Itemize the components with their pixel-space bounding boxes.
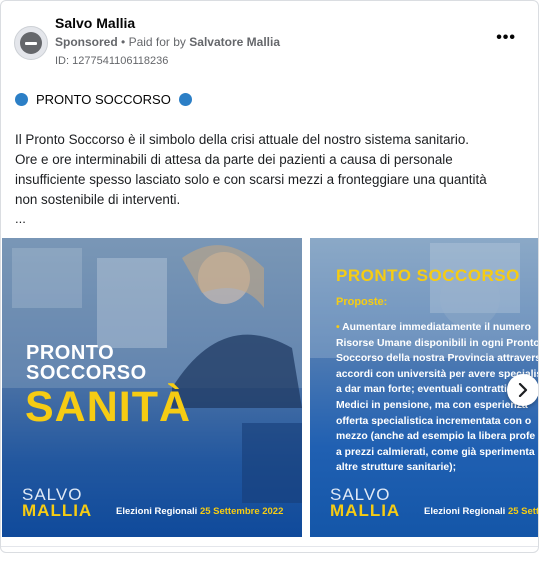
slide1-footer-prefix: Elezioni Regionali — [116, 506, 198, 517]
sponsored-label: Sponsored — [55, 35, 118, 49]
proposal-line: Risorse Umane disponibili in ogni Pronto — [336, 337, 539, 349]
slide2-footer-prefix: Elezioni Regionali — [424, 506, 506, 517]
proposal-line: offerta specialistica incrementata con o — [336, 415, 532, 427]
slide2-footer: Elezioni Regionali 25 Settembre 2022 — [424, 506, 539, 517]
slide1-footer-date: 25 Settembre 2022 — [199, 506, 284, 517]
slide2-brand-last: MALLIA — [330, 501, 401, 520]
proposal-line: a prezzi calmierati, come già sperimenta — [336, 446, 535, 458]
proposal-line: accordi con università per avere special… — [336, 368, 539, 380]
headline-text: PRONTO SOCCORSO — [36, 92, 171, 107]
ad-card: Salvo Mallia Sponsored • Paid for by Sal… — [0, 0, 539, 553]
blue-circle-icon — [15, 93, 28, 106]
slide1-footer: Elezioni Regionali 25 Settembre 2022 — [116, 506, 283, 517]
proposal-line: Medici in pensione, ma con esperienza — [336, 399, 528, 411]
page-name[interactable]: Salvo Mallia — [55, 15, 135, 31]
proposal-line: Soccorso della nostra Provincia attraver… — [336, 353, 539, 365]
paid-for-prefix: Paid for by — [128, 35, 186, 49]
see-more-ellipsis[interactable]: ... — [15, 211, 26, 226]
card-divider — [1, 546, 538, 547]
blue-circle-icon — [178, 93, 192, 106]
carousel-slide-1[interactable]: PRONTO SOCCORSO SANITÀ SALVO MALLIA Elez… — [2, 238, 302, 537]
body-line: non sostenibile di interventi. — [15, 192, 181, 207]
proposal-line: altre strutture sanitarie); — [336, 462, 457, 474]
carousel-next-button[interactable] — [507, 374, 538, 406]
slide2-title: PRONTO SOCCORSO — [336, 266, 520, 285]
page-avatar[interactable] — [14, 26, 48, 60]
ad-body-text: Il Pronto Soccorso è il simbolo della cr… — [15, 130, 515, 210]
slide2-footer-date: 25 Settembre 2022 — [507, 506, 539, 517]
ad-id: ID: 1277541106118236 — [55, 55, 169, 67]
no-entry-icon — [20, 32, 42, 54]
slide1-big-title: SANITÀ — [25, 383, 192, 431]
payer-name[interactable]: Salvatore Mallia — [189, 35, 280, 49]
carousel-slide-2[interactable]: PRONTO SOCCORSO Proposte: • Aumentare im… — [310, 238, 539, 537]
sponsored-line: Sponsored • Paid for by Salvatore Mallia — [55, 35, 280, 49]
body-line: Il Pronto Soccorso è il simbolo della cr… — [15, 132, 470, 147]
body-line: insufficiente spesso lasciato solo e con… — [15, 172, 487, 187]
ad-headline: PRONTO SOCCORSO — [15, 92, 192, 107]
chevron-right-icon — [518, 383, 528, 397]
body-line: Ore e ore interminabili di attesa da par… — [15, 152, 453, 167]
slide1-title-top: PRONTO — [26, 342, 115, 364]
slide1-title: PRONTO SOCCORSO — [26, 343, 147, 383]
proposal-line: mezzo (anche ad esempio la libera profe — [336, 431, 536, 443]
separator-dot: • — [121, 35, 129, 49]
proposal-line: Aumentare immediatamente il numero — [342, 322, 531, 333]
slide1-brand-last: MALLIA — [22, 501, 93, 520]
more-options-icon[interactable]: ••• — [496, 29, 516, 47]
slide1-title-mid: SOCCORSO — [26, 362, 147, 384]
slide2-label: Proposte: — [336, 296, 388, 308]
